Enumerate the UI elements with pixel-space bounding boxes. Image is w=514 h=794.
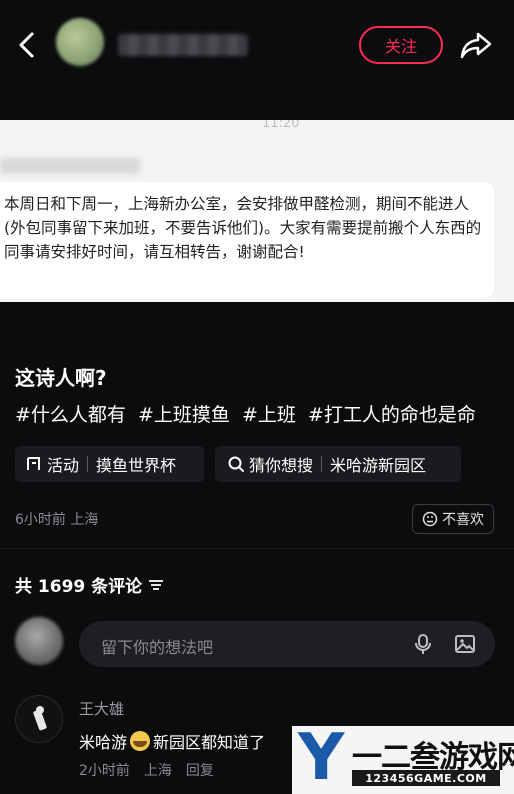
chip-divider: [87, 456, 89, 472]
site-watermark: Y 一二叁游戏网 123456GAME.COM: [292, 721, 514, 794]
comment-input-placeholder: 留下你的想法吧: [101, 638, 214, 657]
share-arrow-icon[interactable]: [458, 28, 494, 62]
section-divider: [0, 548, 514, 549]
my-avatar: [15, 617, 63, 665]
top-bar: 关注: [0, 0, 514, 92]
hashtag[interactable]: #什么人都有: [15, 404, 126, 426]
microphone-icon[interactable]: [411, 632, 435, 656]
comment-text-part: 新园区都知道了: [153, 733, 266, 752]
watermark-url: 123456GAME.COM: [352, 770, 500, 786]
hashtag[interactable]: #上班摸鱼: [138, 404, 230, 426]
search-chip-label: 猜你想搜: [249, 456, 314, 475]
follow-button[interactable]: 关注: [359, 26, 443, 64]
comments-count: 共 1699 条评论: [15, 572, 164, 597]
activity-icon: [27, 457, 40, 470]
author-name-blurred[interactable]: [118, 34, 248, 56]
hashtag[interactable]: #打工人的命也是命: [308, 404, 476, 426]
chip-divider: [321, 456, 323, 472]
search-chip-value: 米哈游新园区: [330, 456, 427, 475]
post-time-location: 6小时前 上海: [15, 512, 99, 528]
hashtag[interactable]: #上班: [242, 404, 296, 426]
suggested-search-chip[interactable]: 猜你想搜 米哈游新园区: [215, 446, 461, 482]
author-avatar[interactable]: [56, 18, 104, 66]
frown-face-icon: [422, 511, 438, 527]
post-title: 这诗人啊?: [15, 366, 107, 390]
message-text: 本周日和下周一，上海新办公室，会安排做甲醛检测，期间不能进人(外包同事留下来加班…: [4, 195, 482, 261]
comment-location: 上海: [143, 763, 172, 779]
activity-chip[interactable]: 活动 摸鱼世界杯: [15, 446, 204, 482]
comment-time: 2小时前: [79, 763, 130, 779]
dislike-button[interactable]: 不喜欢: [412, 504, 494, 534]
activity-chip-label: 活动: [47, 456, 80, 475]
watermark-logo-letter: Y: [298, 721, 345, 794]
hashtag-list: #什么人都有 #上班摸鱼 #上班 #打工人的命也是命: [15, 400, 482, 427]
commenter-name[interactable]: 王大雄: [79, 698, 124, 719]
image-icon[interactable]: [453, 632, 477, 656]
dislike-label: 不喜欢: [442, 512, 484, 528]
commenter-avatar[interactable]: [15, 695, 63, 743]
message-time: 11:20: [262, 120, 300, 131]
comment-text: 米哈游 新园区都知道了: [79, 729, 265, 753]
search-icon: [228, 456, 244, 472]
sort-lines-icon[interactable]: [148, 578, 164, 592]
post-image[interactable]: 11:20 本周日和下周一，上海新办公室，会安排做甲醛检测，期间不能进人(外包同…: [0, 120, 514, 302]
comment-input[interactable]: 留下你的想法吧: [79, 621, 495, 667]
reply-button[interactable]: 回复: [186, 763, 214, 779]
comment-text-part: 米哈游: [79, 733, 128, 752]
grin-emoji-icon: [130, 731, 151, 751]
message-bubble: 本周日和下周一，上海新办公室，会安排做甲醛检测，期间不能进人(外包同事留下来加班…: [0, 182, 494, 298]
comment-meta: 2小时前 上海 回复: [79, 760, 228, 780]
avatar-figure: [33, 706, 47, 731]
blurred-sender: [0, 158, 140, 174]
comments-count-label: 共 1699 条评论: [15, 577, 143, 597]
activity-chip-value: 摸鱼世界杯: [96, 456, 177, 475]
chevron-left-icon[interactable]: [14, 30, 42, 60]
